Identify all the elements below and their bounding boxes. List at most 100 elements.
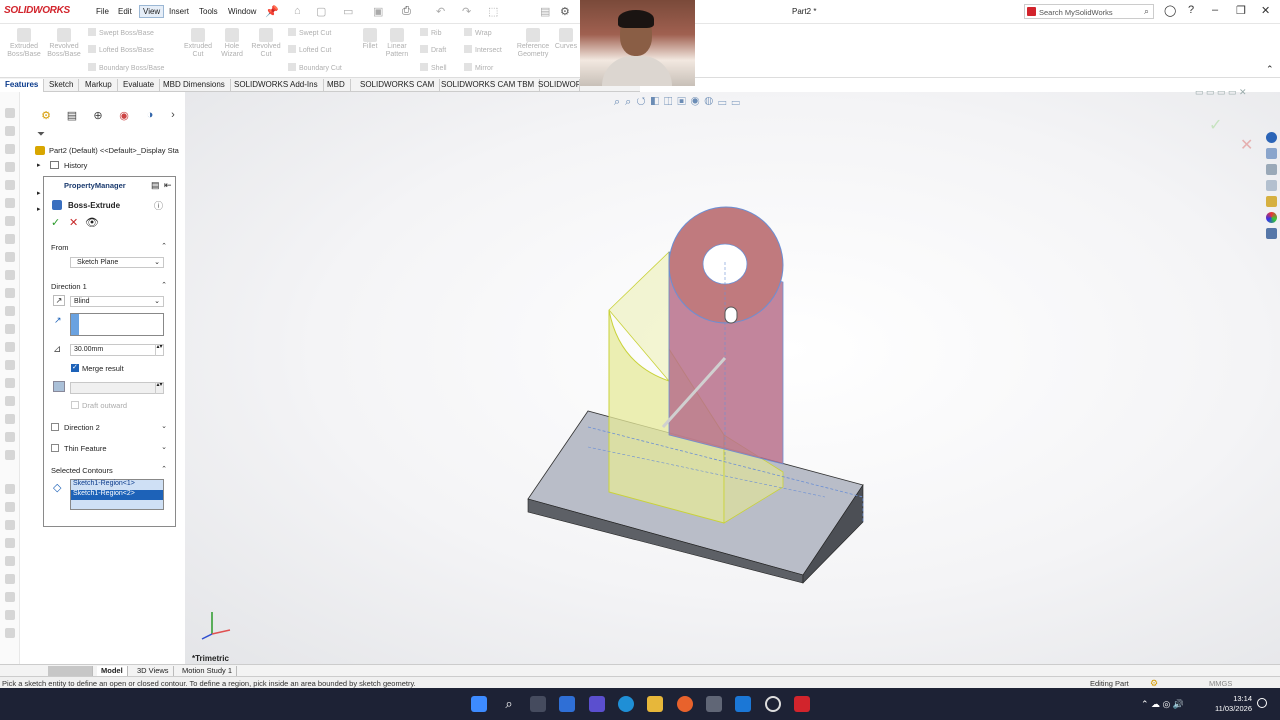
direction1-section-header[interactable]: Direction 1	[51, 282, 87, 291]
hole-wizard-button[interactable]: Hole Wizard	[214, 28, 250, 59]
reference-geometry-button[interactable]: Reference Geometry	[512, 28, 554, 59]
design-library-icon[interactable]	[1266, 148, 1277, 159]
ok-check-icon[interactable]: ✓	[51, 216, 60, 229]
home-icon[interactable]: ⌂	[294, 5, 301, 17]
strip-tool-icon[interactable]	[5, 108, 15, 118]
strip-tool-icon[interactable]	[5, 610, 15, 620]
rib-button[interactable]: Rib	[420, 28, 442, 37]
strip-tool-icon[interactable]	[5, 252, 15, 262]
print-icon[interactable]: ⎙	[402, 5, 411, 18]
options-gear-icon[interactable]: ⚙	[560, 5, 570, 18]
expand-chevron-icon[interactable]: ⌄	[161, 443, 167, 451]
model-viewport[interactable]: ✓ ✕	[185, 92, 1280, 664]
direction2-section-header[interactable]: Direction 2	[64, 423, 100, 432]
draft-button[interactable]: Draft	[420, 45, 446, 54]
solidworks-resources-icon[interactable]	[1266, 132, 1277, 143]
tab-features[interactable]: Features	[0, 79, 45, 92]
draft-outward-checkbox[interactable]	[71, 401, 79, 409]
tab-scroll-area[interactable]	[48, 666, 93, 676]
expand-arrow-icon[interactable]: ▸	[37, 189, 41, 197]
confirm-check-icon[interactable]: ✓	[1209, 115, 1222, 134]
menu-view[interactable]: View	[139, 5, 165, 18]
view-palette-icon[interactable]	[1266, 180, 1277, 191]
restore-icon[interactable]: ❐	[1236, 4, 1246, 17]
task-view-icon[interactable]	[530, 696, 546, 712]
reverse-direction-icon[interactable]: ↗	[53, 295, 65, 306]
intersect-button[interactable]: Intersect	[464, 45, 502, 54]
file-explorer-icon[interactable]	[647, 696, 663, 712]
contour-list-item[interactable]: Sketch1-Region<2>	[71, 490, 163, 500]
tab-solidworks-cam[interactable]: SOLIDWORKS CAM	[355, 79, 441, 92]
previous-view-icon[interactable]: ↺	[636, 96, 650, 108]
solidworks-taskbar-icon[interactable]	[794, 696, 810, 712]
strip-tool-icon[interactable]	[5, 216, 15, 226]
feature-tree-tab-icon[interactable]: ⚙	[38, 109, 54, 123]
menu-insert[interactable]: Insert	[169, 7, 189, 16]
appearances-icon[interactable]	[1266, 196, 1277, 207]
swept-boss-button[interactable]: Swept Boss/Base	[88, 28, 154, 37]
dropbox-icon[interactable]	[735, 696, 751, 712]
unit-system-label[interactable]: MMGS	[1209, 679, 1232, 688]
contours-list[interactable]: Sketch1-Region<1> Sketch1-Region<2>	[70, 479, 164, 510]
collapse-chevron-icon[interactable]: ⌃	[161, 465, 167, 473]
solidworks-logo[interactable]: SOLIDWORKS	[4, 5, 70, 16]
undo-icon[interactable]: ↶	[436, 5, 445, 18]
menu-edit[interactable]: Edit	[118, 7, 132, 16]
strip-tool-icon[interactable]	[5, 180, 15, 190]
view-orientation-icon[interactable]: ◫	[664, 96, 677, 108]
graphics-area[interactable]: ✓ ✕ *Trimetric ▭ ▭ ▭ ▭ ✕	[185, 87, 1280, 664]
tab-solidworks-cam-tbm[interactable]: SOLIDWORKS CAM TBM	[436, 79, 541, 92]
spinner-icon[interactable]: ▴▾	[155, 344, 163, 356]
revolved-cut-button[interactable]: Revolved Cut	[246, 28, 286, 59]
expand-arrow-icon[interactable]: ▸	[37, 161, 41, 169]
extruded-boss-button[interactable]: Extruded Boss/Base	[4, 28, 44, 59]
teams-icon[interactable]	[589, 696, 605, 712]
strip-tool-icon[interactable]	[5, 556, 15, 566]
menu-window[interactable]: Window	[228, 7, 256, 16]
direction2-checkbox[interactable]	[51, 423, 59, 431]
strip-tool-icon[interactable]	[5, 450, 15, 460]
extruded-cut-button[interactable]: Extruded Cut	[178, 28, 218, 59]
end-condition-select[interactable]: Blind ⌄	[70, 296, 164, 307]
zoom-area-icon[interactable]: ⌕	[625, 96, 636, 108]
strip-tool-icon[interactable]	[5, 396, 15, 406]
appearance-icon[interactable]: ◍	[704, 96, 718, 108]
file-explorer-icon[interactable]	[1266, 164, 1277, 175]
strip-tool-icon[interactable]	[5, 198, 15, 208]
config-manager-tab-icon[interactable]: ⊕	[90, 109, 106, 123]
select-icon[interactable]: ⬚	[488, 5, 498, 18]
close-window-icon[interactable]: ✕	[1261, 4, 1270, 17]
draft-angle-input[interactable]: ▴▾	[70, 382, 164, 394]
help-icon[interactable]: ?	[1188, 4, 1194, 16]
custom-properties-icon[interactable]	[1266, 228, 1277, 239]
strip-tool-icon[interactable]	[5, 378, 15, 388]
curves-button[interactable]: Curves	[552, 28, 580, 51]
system-tray-icons[interactable]: ⌃ ☁ ◎ 🔊	[1141, 699, 1184, 710]
tab-motion-study[interactable]: Motion Study 1	[178, 666, 238, 676]
edge-browser-icon[interactable]	[618, 696, 634, 712]
pm-options-icon[interactable]: ▤	[151, 180, 160, 191]
thin-feature-section-header[interactable]: Thin Feature	[64, 444, 107, 453]
rebuild-icon[interactable]: ▤	[540, 5, 550, 18]
cancel-x-icon[interactable]: ✕	[69, 216, 78, 229]
selected-contours-section-header[interactable]: Selected Contours	[51, 466, 113, 475]
lofted-cut-button[interactable]: Lofted Cut	[288, 45, 331, 54]
new-file-icon[interactable]: ▢	[316, 5, 326, 18]
contour-list-item[interactable]: Sketch1-Region<1>	[71, 480, 163, 490]
tab-solidworks-addins[interactable]: SOLIDWORKS Add-Ins	[229, 79, 324, 92]
scene-icon[interactable]: ▭	[718, 96, 731, 108]
tab-evaluate[interactable]: Evaluate	[118, 79, 161, 92]
minimize-icon[interactable]: –	[1212, 4, 1218, 16]
section-view-icon[interactable]: ◧	[651, 96, 664, 108]
filter-icon[interactable]: ⏷	[37, 129, 45, 140]
strip-tool-icon[interactable]	[5, 484, 15, 494]
depth-input[interactable]: 30.00mm ▴▾	[70, 344, 164, 356]
tab-mbd[interactable]: MBD	[322, 79, 351, 92]
strip-tool-icon[interactable]	[5, 234, 15, 244]
strip-tool-icon[interactable]	[5, 324, 15, 334]
from-select[interactable]: Sketch Plane ⌄	[70, 257, 164, 268]
dimxpert-tab-icon[interactable]: ◉	[116, 109, 132, 123]
tab-solidworks-inspection[interactable]: SOLIDWORKS Inspection	[533, 79, 580, 92]
zoom-to-fit-icon[interactable]: ⌕	[614, 96, 625, 108]
menu-tools[interactable]: Tools	[199, 7, 218, 16]
